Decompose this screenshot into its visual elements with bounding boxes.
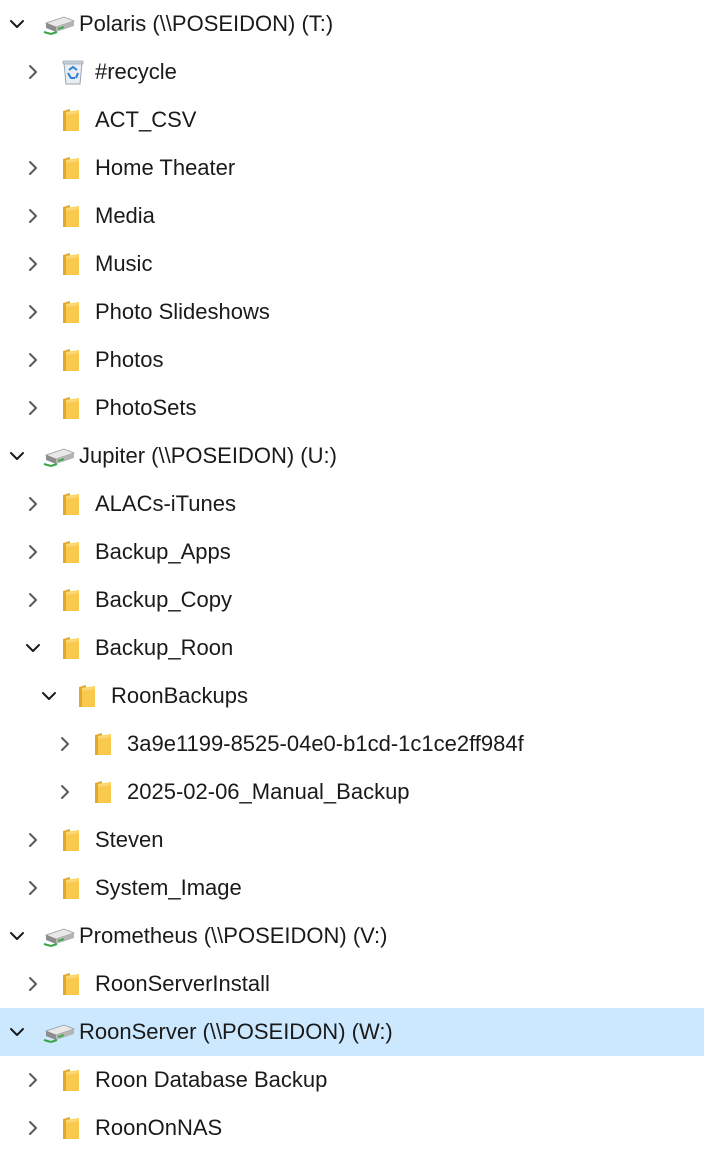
folder-icon [60,107,82,133]
tree-item[interactable]: Media [0,192,704,240]
network-drive-icon [42,12,76,36]
chevron-right-icon[interactable] [24,1119,42,1137]
chevron-down-icon[interactable] [40,687,58,705]
tree-item[interactable]: Music [0,240,704,288]
folder-icon [60,635,82,661]
network-drive-icon [42,924,76,948]
chevron-right-icon[interactable] [24,495,42,513]
chevron-right-icon[interactable] [24,255,42,273]
tree-item[interactable]: Steven [0,816,704,864]
folder-icon [60,1067,82,1093]
tree-item[interactable]: 2025-02-06_Manual_Backup [0,768,704,816]
tree-item-label: Polaris (\\POSEIDON) (T:) [79,11,334,36]
folder-icon [60,491,82,517]
folder-icon [60,875,82,901]
tree-item-label: Photo Slideshows [95,299,270,324]
tree-item-label: RoonServerInstall [95,971,270,996]
chevron-right-icon[interactable] [24,1071,42,1089]
tree-item-label: Home Theater [95,155,236,180]
tree-item-label: Steven [95,827,164,852]
tree-item[interactable]: Backup_Copy [0,576,704,624]
tree-item-label: RoonOnNAS [95,1115,223,1140]
tree-item[interactable]: 3a9e1199-8525-04e0-b1cd-1c1ce2ff984f [0,720,704,768]
chevron-right-icon[interactable] [24,879,42,897]
chevron-right-icon[interactable] [24,63,42,81]
tree-item-label: Jupiter (\\POSEIDON) (U:) [79,443,337,468]
folder-icon [92,731,114,757]
tree-item-label: 2025-02-06_Manual_Backup [127,779,410,804]
tree-item[interactable]: PhotoSets [0,384,704,432]
folder-icon [60,971,82,997]
chevron-right-icon[interactable] [24,351,42,369]
chevron-right-icon[interactable] [24,831,42,849]
recycle-bin-icon [60,58,86,86]
tree-item-label: Prometheus (\\POSEIDON) (V:) [79,923,388,948]
tree-item-label: ACT_CSV [95,107,197,132]
navigation-tree: Polaris (\\POSEIDON) (T:) #recycle ACT_CSV… [0,0,704,1144]
tree-item[interactable]: RoonServerInstall [0,960,704,1008]
chevron-down-icon[interactable] [24,639,42,657]
chevron-down-icon[interactable] [8,15,26,33]
folder-icon [60,1115,82,1141]
folder-icon [60,347,82,373]
tree-item-label: PhotoSets [95,395,197,420]
tree-item-label: Backup_Apps [95,539,231,564]
tree-item-label: Backup_Roon [95,635,234,660]
tree-item[interactable]: Jupiter (\\POSEIDON) (U:) [0,432,704,480]
tree-item-label: Music [95,251,153,276]
tree-item[interactable]: RoonServer (\\POSEIDON) (W:) [0,1008,704,1056]
network-drive-icon [42,444,76,468]
folder-icon [60,155,82,181]
folder-icon [60,395,82,421]
tree-item-label: RoonBackups [111,683,248,708]
tree-item[interactable]: Backup_Apps [0,528,704,576]
chevron-right-icon[interactable] [24,591,42,609]
chevron-down-icon[interactable] [8,927,26,945]
folder-icon [92,779,114,805]
tree-item-label: System_Image [95,875,242,900]
chevron-right-icon[interactable] [24,543,42,561]
network-drive-icon [42,1020,76,1044]
chevron-right-icon[interactable] [24,975,42,993]
chevron-right-icon[interactable] [24,159,42,177]
chevron-right-icon[interactable] [24,207,42,225]
folder-icon [60,539,82,565]
folder-icon [60,299,82,325]
folder-icon [60,251,82,277]
tree-item[interactable]: Home Theater [0,144,704,192]
folder-icon [60,827,82,853]
tree-item[interactable]: Roon Database Backup [0,1056,704,1104]
folder-icon [76,683,98,709]
folder-icon [60,587,82,613]
tree-item[interactable]: Backup_Roon [0,624,704,672]
chevron-down-icon[interactable] [8,447,26,465]
chevron-down-icon[interactable] [8,1023,26,1041]
tree-item[interactable]: RoonOnNAS [0,1104,704,1152]
tree-item[interactable]: System_Image [0,864,704,912]
tree-item[interactable]: ACT_CSV [0,96,704,144]
tree-item-label: Backup_Copy [95,587,232,612]
tree-item-label: ALACs-iTunes [95,491,237,516]
tree-item[interactable]: ALACs-iTunes [0,480,704,528]
tree-item[interactable]: Prometheus (\\POSEIDON) (V:) [0,912,704,960]
tree-item-label: 3a9e1199-8525-04e0-b1cd-1c1ce2ff984f [127,731,524,756]
chevron-right-icon[interactable] [56,735,74,753]
tree-item[interactable]: Polaris (\\POSEIDON) (T:) [0,0,704,48]
tree-item[interactable]: #recycle [0,48,704,96]
folder-icon [60,203,82,229]
tree-item-label: Roon Database Backup [95,1067,328,1092]
tree-item[interactable]: Photo Slideshows [0,288,704,336]
tree-item[interactable]: RoonBackups [0,672,704,720]
chevron-right-icon[interactable] [24,303,42,321]
tree-item-label: Photos [95,347,164,372]
tree-item-label: RoonServer (\\POSEIDON) (W:) [79,1019,393,1044]
tree-item[interactable]: Photos [0,336,704,384]
chevron-right-icon[interactable] [56,783,74,801]
chevron-right-icon[interactable] [24,399,42,417]
tree-item-label: #recycle [95,59,177,84]
tree-item-label: Media [95,203,155,228]
